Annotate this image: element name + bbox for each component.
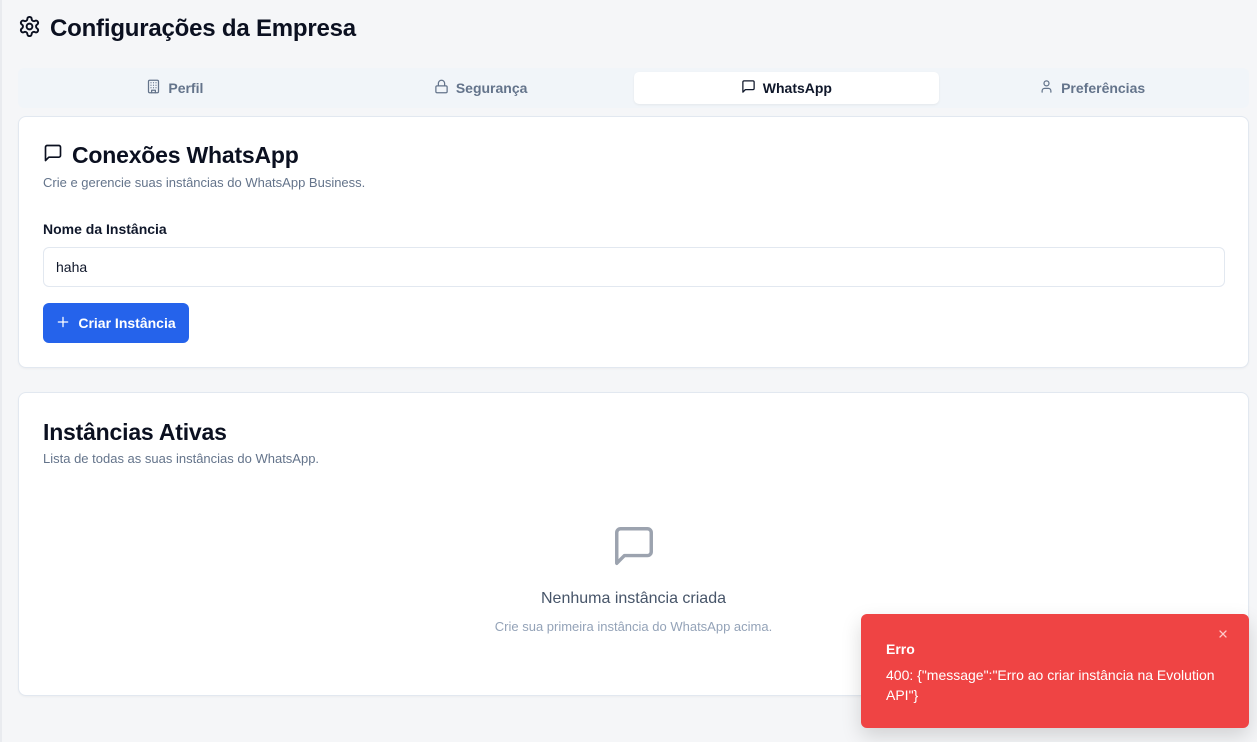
message-square-icon — [43, 143, 63, 168]
message-square-icon — [19, 523, 1248, 569]
tab-preferencias[interactable]: Preferências — [939, 72, 1245, 104]
user-icon — [1039, 79, 1054, 97]
page-header: Configurações da Empresa — [18, 15, 356, 43]
tab-label: WhatsApp — [762, 80, 832, 96]
tab-whatsapp[interactable]: WhatsApp — [633, 72, 940, 104]
instances-header: Instâncias Ativas — [43, 419, 227, 446]
tab-perfil[interactable]: Perfil — [22, 72, 328, 104]
lock-icon — [434, 79, 449, 97]
instance-name-input[interactable] — [43, 247, 1225, 287]
settings-tabs: Perfil Segurança WhatsApp Preferências — [18, 68, 1249, 108]
plus-icon — [56, 315, 70, 332]
sidebar-edge — [0, 0, 2, 742]
toast-message: 400: {"message":"Erro ao criar instância… — [886, 667, 1215, 703]
message-square-icon — [741, 79, 756, 97]
gear-icon — [18, 15, 41, 43]
settings-page: Configurações da Empresa Perfil Seguranç… — [0, 0, 1257, 742]
create-instance-label: Criar Instância — [78, 315, 176, 331]
error-toast: Erro 400: {"message":"Erro ao criar inst… — [861, 614, 1249, 728]
tab-label: Perfil — [168, 80, 204, 96]
connections-description: Crie e gerencie suas instâncias do Whats… — [43, 175, 366, 190]
tab-label: Segurança — [455, 80, 528, 96]
instances-title: Instâncias Ativas — [43, 419, 227, 445]
tab-seguranca[interactable]: Segurança — [328, 72, 634, 104]
connections-header: Conexões WhatsApp — [43, 142, 299, 169]
connections-card: Conexões WhatsApp Crie e gerencie suas i… — [18, 116, 1249, 368]
empty-state-title: Nenhuma instância criada — [541, 590, 726, 607]
toast-title: Erro — [886, 641, 915, 657]
page-title: Configurações da Empresa — [50, 15, 356, 42]
tab-label: Preferências — [1061, 80, 1146, 96]
connections-title: Conexões WhatsApp — [72, 142, 299, 168]
building-icon — [146, 79, 161, 97]
close-icon — [1217, 628, 1229, 643]
create-instance-button[interactable]: Criar Instância — [43, 303, 189, 343]
instance-name-label: Nome da Instância — [43, 221, 167, 237]
toast-close-button[interactable] — [1215, 627, 1231, 643]
instances-description: Lista de todas as suas instâncias do Wha… — [43, 451, 320, 466]
